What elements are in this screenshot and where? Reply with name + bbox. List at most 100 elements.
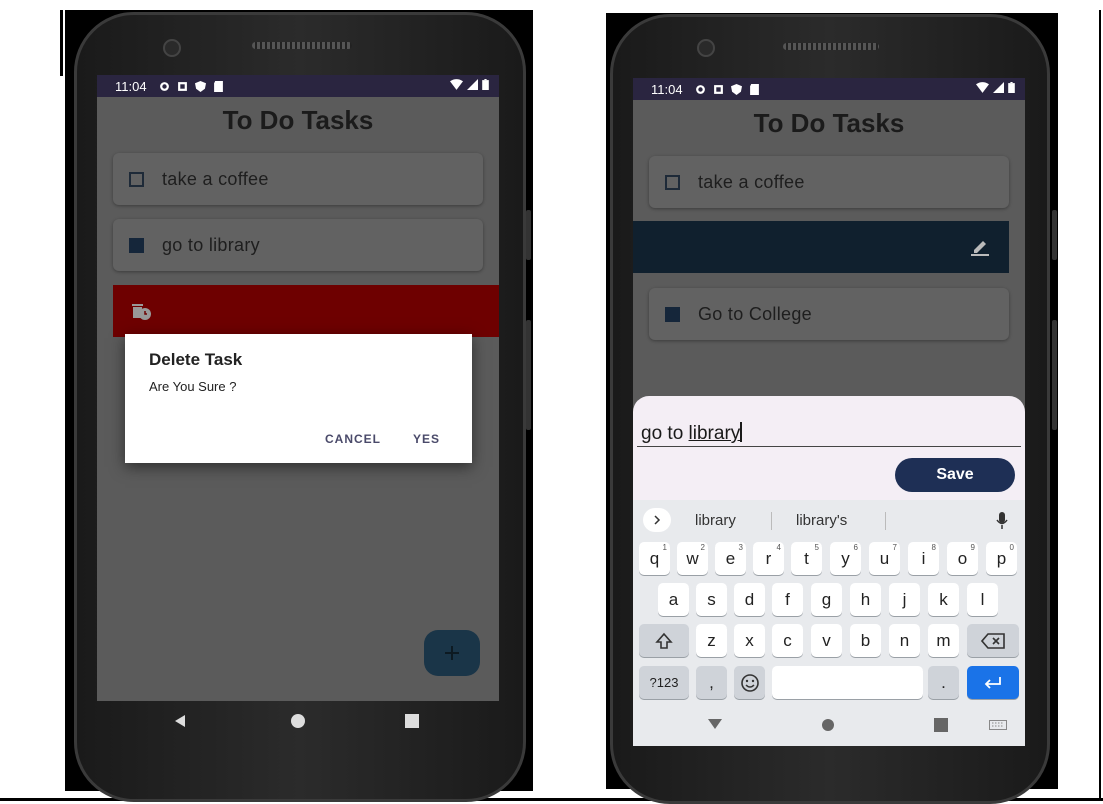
suggestion-divider: [885, 512, 886, 530]
status-time: 11:04: [115, 78, 147, 94]
suggestion-item[interactable]: library's: [796, 512, 847, 529]
hide-keyboard-icon[interactable]: [707, 718, 723, 730]
key-h[interactable]: h: [850, 583, 881, 616]
delete-dialog: Delete Task Are You Sure ? CANCEL YES: [125, 334, 472, 463]
left-phone-volume-button: [526, 320, 531, 430]
app-title: To Do Tasks: [222, 105, 374, 135]
key-n[interactable]: n: [889, 624, 920, 657]
expand-suggestions-button[interactable]: [643, 508, 671, 532]
key-e[interactable]: e3: [715, 542, 746, 575]
period-key[interactable]: .: [928, 666, 959, 699]
save-button[interactable]: Save: [895, 458, 1015, 492]
recents-icon[interactable]: [405, 714, 419, 728]
back-icon[interactable]: [173, 714, 187, 728]
dialog-message: Are You Sure ?: [149, 379, 237, 394]
space-bar[interactable]: [772, 666, 923, 699]
sd-card-icon: [213, 80, 223, 92]
key-g[interactable]: g: [811, 583, 842, 616]
app-title: To Do Tasks: [753, 108, 905, 138]
recents-icon[interactable]: [934, 718, 948, 732]
right-phone-power-button: [1052, 210, 1057, 260]
status-bar: 11:04: [633, 78, 1025, 100]
signal-icon: [467, 79, 478, 90]
shield-icon: [730, 83, 742, 95]
key-p[interactable]: p0: [986, 542, 1017, 575]
left-phone-power-button: [526, 210, 531, 260]
right-phone-volume-button: [1052, 320, 1057, 430]
speaker-grill: [252, 42, 352, 49]
task-edit-composing-word: library: [688, 423, 741, 444]
input-underline: [637, 446, 1021, 447]
keyboard-switch-icon[interactable]: [989, 720, 1007, 730]
key-o[interactable]: o9: [947, 542, 978, 575]
suggestion-bar: library library's: [633, 500, 1025, 540]
key-t[interactable]: t5: [791, 542, 822, 575]
microphone-icon[interactable]: [996, 512, 1008, 530]
key-r[interactable]: r4: [753, 542, 784, 575]
shift-icon: [655, 632, 673, 649]
frame-right-line: [1099, 10, 1101, 801]
task-edit-value: go to: [641, 423, 689, 444]
key-x[interactable]: x: [734, 624, 765, 657]
task-item[interactable]: take a coffee: [113, 153, 483, 205]
task-checkbox[interactable]: [129, 237, 144, 253]
key-w[interactable]: w2: [677, 542, 708, 575]
task-checkbox[interactable]: [129, 171, 144, 187]
settings-icon: [695, 84, 705, 94]
task-item[interactable]: Go to College: [649, 288, 1009, 340]
key-u[interactable]: u7: [869, 542, 900, 575]
key-l[interactable]: l: [967, 583, 998, 616]
task-item[interactable]: take a coffee: [649, 156, 1009, 208]
key-q[interactable]: q1: [639, 542, 670, 575]
backspace-key[interactable]: [967, 624, 1019, 657]
emoji-key[interactable]: [734, 666, 765, 699]
key-i[interactable]: i8: [908, 542, 939, 575]
swipe-delete-background[interactable]: [113, 285, 499, 337]
yes-button[interactable]: YES: [413, 432, 440, 446]
task-item[interactable]: go to library: [113, 219, 483, 271]
shift-key[interactable]: [639, 624, 689, 657]
home-icon[interactable]: [821, 718, 835, 732]
enter-key[interactable]: [967, 666, 1019, 699]
task-checkbox[interactable]: [665, 174, 680, 190]
suggestion-item[interactable]: library: [695, 512, 736, 529]
key-d[interactable]: d: [734, 583, 765, 616]
key-b[interactable]: b: [850, 624, 881, 657]
edit-pencil-icon[interactable]: [970, 238, 990, 256]
key-m[interactable]: m: [928, 624, 959, 657]
wifi-icon: [450, 79, 463, 90]
sd-card-icon: [749, 83, 759, 95]
text-caret: [740, 422, 743, 442]
key-y[interactable]: y6: [830, 542, 861, 575]
add-task-button[interactable]: [424, 630, 480, 676]
symbols-key[interactable]: ?123: [639, 666, 689, 699]
notification-icon: [177, 81, 187, 91]
chevron-right-icon: [654, 515, 661, 525]
front-camera: [697, 39, 715, 57]
soft-keyboard: library library's q1 w2 e3 r4 t5 y6 u7 i…: [633, 500, 1025, 746]
status-time: 11:04: [651, 81, 683, 97]
task-text: take a coffee: [162, 168, 269, 189]
suggestion-divider: [771, 512, 772, 530]
key-z[interactable]: z: [696, 624, 727, 657]
cancel-button[interactable]: CANCEL: [325, 432, 381, 446]
battery-icon: [1008, 82, 1015, 93]
task-checkbox[interactable]: [665, 306, 680, 322]
emoji-icon: [740, 673, 759, 692]
signal-icon: [993, 82, 1004, 93]
key-c[interactable]: c: [772, 624, 803, 657]
settings-icon: [159, 81, 169, 91]
key-a[interactable]: a: [658, 583, 689, 616]
swipe-edit-background[interactable]: [633, 221, 1009, 273]
key-j[interactable]: j: [889, 583, 920, 616]
delete-clock-icon[interactable]: [131, 301, 153, 321]
key-v[interactable]: v: [811, 624, 842, 657]
key-s[interactable]: s: [696, 583, 727, 616]
key-f[interactable]: f: [772, 583, 803, 616]
comma-key[interactable]: ,: [696, 666, 727, 699]
key-k[interactable]: k: [928, 583, 959, 616]
task-edit-input[interactable]: go to library: [641, 422, 743, 445]
dialog-title: Delete Task: [149, 350, 243, 369]
home-icon[interactable]: [290, 713, 306, 729]
left-system-nav: [97, 703, 499, 737]
